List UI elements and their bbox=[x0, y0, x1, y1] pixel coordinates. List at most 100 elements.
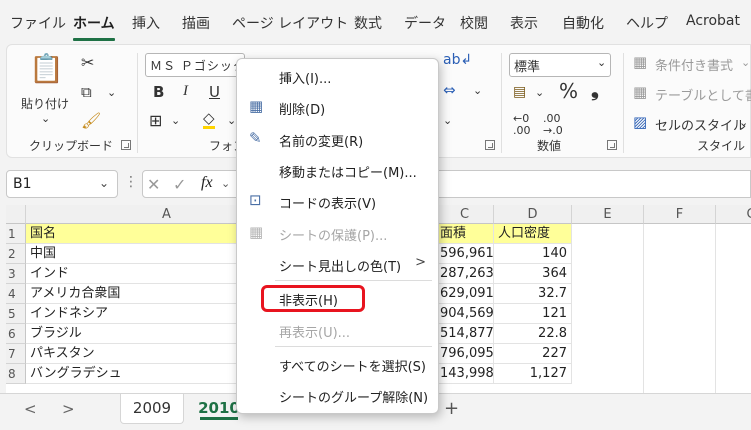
table-cell[interactable]: 32.7 bbox=[494, 284, 572, 304]
column-header-d[interactable]: D bbox=[494, 205, 572, 224]
copy-icon[interactable]: ⧉ bbox=[81, 85, 92, 100]
table-cell[interactable]: 143,998 bbox=[436, 364, 494, 384]
bold-button[interactable]: B bbox=[153, 83, 164, 101]
wrap-text-icon[interactable]: ab↲ bbox=[443, 53, 472, 67]
table-cell[interactable]: 22.8 bbox=[494, 324, 572, 344]
format-table-icon[interactable]: ▦ bbox=[633, 85, 647, 100]
fx-dropdown-icon[interactable]: ⌄ bbox=[221, 177, 230, 190]
percent-style-icon[interactable]: % bbox=[559, 81, 578, 101]
format-as-table-button[interactable]: テーブルとして書式 bbox=[655, 85, 751, 104]
comma-style-icon[interactable]: ❟ bbox=[591, 79, 599, 99]
format-painter-icon[interactable]: 🖌 bbox=[81, 113, 101, 129]
cancel-entry-icon[interactable]: ✕ bbox=[147, 175, 160, 194]
column-header-e[interactable]: E bbox=[572, 205, 644, 224]
column-header-g[interactable]: G bbox=[716, 205, 751, 224]
tab-home[interactable]: ホーム bbox=[73, 13, 115, 41]
row-header[interactable]: 8 bbox=[6, 364, 26, 384]
italic-button[interactable]: I bbox=[183, 83, 188, 100]
table-cell[interactable]: 364 bbox=[494, 264, 572, 284]
row-header[interactable]: 4 bbox=[6, 284, 26, 304]
row-header[interactable]: 6 bbox=[6, 324, 26, 344]
menu-item-move-copy[interactable]: 移動またはコピー(M)... bbox=[279, 162, 417, 181]
sheet-tab-2009[interactable]: 2009 bbox=[120, 394, 184, 424]
row-header[interactable]: 3 bbox=[6, 264, 26, 284]
column-header-c[interactable]: C bbox=[436, 205, 494, 224]
merge-dropdown-icon[interactable]: ⌄ bbox=[473, 85, 482, 96]
table-cell[interactable]: 121 bbox=[494, 304, 572, 324]
insert-function-button[interactable]: fx bbox=[201, 174, 213, 192]
table-cell[interactable]: 904,569 bbox=[436, 304, 494, 324]
row-header[interactable]: 5 bbox=[6, 304, 26, 324]
clipboard-launcher-icon[interactable] bbox=[121, 140, 131, 150]
decrease-decimal-icon[interactable]: .00 →.0 bbox=[543, 113, 563, 136]
paste-icon[interactable]: 📋 bbox=[29, 55, 64, 83]
borders-icon[interactable]: ⊞ bbox=[149, 113, 162, 129]
merge-center-icon[interactable]: ⇔ bbox=[443, 83, 456, 98]
copy-dropdown-icon[interactable]: ⌄ bbox=[107, 87, 116, 98]
fill-color-dropdown-icon[interactable]: ⌄ bbox=[227, 115, 236, 126]
cell-styles-dropdown-icon[interactable]: ⌄ bbox=[739, 117, 748, 128]
tab-view[interactable]: 表示 bbox=[510, 13, 538, 35]
tab-acrobat[interactable]: Acrobat bbox=[686, 13, 740, 35]
formula-input[interactable]: ✕ ✓ fx ⌄ bbox=[142, 170, 751, 198]
row-header[interactable]: 1 bbox=[6, 224, 26, 244]
confirm-entry-icon[interactable]: ✓ bbox=[173, 175, 186, 194]
row-header[interactable]: 7 bbox=[6, 344, 26, 364]
tab-draw[interactable]: 描画 bbox=[182, 13, 210, 35]
menu-item-view-code[interactable]: コードの表示(V) bbox=[279, 193, 376, 212]
cell-header-density[interactable]: 人口密度 bbox=[494, 224, 572, 244]
number-group-label: 数値 bbox=[537, 139, 562, 153]
tab-review[interactable]: 校閲 bbox=[460, 13, 488, 35]
tab-formulas[interactable]: 数式 bbox=[354, 13, 382, 35]
tab-automate[interactable]: 自動化 bbox=[562, 13, 604, 35]
prev-sheet-icon[interactable]: < bbox=[24, 400, 37, 418]
add-sheet-button[interactable]: + bbox=[444, 398, 459, 419]
menu-item-select-all-sheets[interactable]: すべてのシートを選択(S) bbox=[279, 356, 426, 375]
fill-color-icon[interactable]: ◇ bbox=[203, 111, 215, 129]
tab-help[interactable]: ヘルプ bbox=[626, 13, 668, 35]
conditional-format-button[interactable]: 条件付き書式 bbox=[655, 55, 733, 74]
table-cell[interactable]: 796,095 bbox=[436, 344, 494, 364]
increase-decimal-icon[interactable]: ←0.00 bbox=[513, 113, 531, 136]
table-cell[interactable]: 514,877 bbox=[436, 324, 494, 344]
table-cell[interactable]: 596,961 bbox=[436, 244, 494, 264]
cut-icon[interactable]: ✂ bbox=[81, 55, 94, 71]
tab-file[interactable]: ファイル bbox=[10, 13, 66, 35]
number-launcher-icon[interactable] bbox=[607, 140, 617, 150]
name-box[interactable]: B1 ⌄ bbox=[6, 170, 118, 198]
table-cell[interactable]: 140 bbox=[494, 244, 572, 264]
table-cell[interactable]: 1,127 bbox=[494, 364, 572, 384]
conditional-format-dropdown-icon[interactable]: ⌄ bbox=[741, 57, 750, 68]
paste-dropdown-icon[interactable]: ⌄ bbox=[41, 113, 50, 124]
name-box-chevron-icon[interactable]: ⌄ bbox=[99, 176, 109, 190]
accounting-format-icon[interactable]: ▤ bbox=[513, 85, 526, 99]
alignment-launcher-icon[interactable] bbox=[485, 140, 495, 150]
paste-button[interactable]: 貼り付け bbox=[21, 95, 69, 112]
empty-column-e[interactable] bbox=[572, 224, 644, 393]
column-header-f[interactable]: F bbox=[644, 205, 716, 224]
cell-header-area[interactable]: 面積 bbox=[436, 224, 494, 244]
menu-item-rename[interactable]: 名前の変更(R) bbox=[279, 131, 363, 150]
accounting-dropdown-icon[interactable]: ⌄ bbox=[535, 87, 544, 98]
table-cell[interactable]: 629,091 bbox=[436, 284, 494, 304]
cell-styles-icon[interactable]: ▨ bbox=[633, 115, 647, 130]
select-all-corner[interactable] bbox=[6, 205, 26, 224]
menu-item-insert[interactable]: 挿入(I)... bbox=[279, 68, 331, 87]
underline-icon[interactable]: U bbox=[209, 85, 220, 100]
menu-item-tab-color[interactable]: シート見出しの色(T) bbox=[279, 256, 401, 275]
row-header[interactable]: 2 bbox=[6, 244, 26, 264]
tab-insert[interactable]: 挿入 bbox=[132, 13, 160, 35]
sheet-context-menu: 挿入(I)... ▦ 削除(D) ✎ 名前の変更(R) 移動またはコピー(M).… bbox=[236, 58, 439, 414]
next-sheet-icon[interactable]: > bbox=[62, 400, 75, 418]
cell-styles-button[interactable]: セルのスタイル bbox=[655, 115, 746, 134]
menu-item-ungroup-sheets[interactable]: シートのグループ解除(N) bbox=[279, 387, 428, 406]
menu-item-delete[interactable]: 削除(D) bbox=[279, 99, 325, 118]
table-cell[interactable]: 227 bbox=[494, 344, 572, 364]
borders-dropdown-icon[interactable]: ⌄ bbox=[171, 115, 180, 126]
table-cell[interactable]: 287,263 bbox=[436, 264, 494, 284]
tab-data[interactable]: データ bbox=[404, 13, 446, 35]
tab-page-layout[interactable]: ページ レイアウト bbox=[232, 13, 348, 35]
empty-column-f[interactable] bbox=[644, 224, 716, 393]
conditional-format-icon[interactable]: ▦ bbox=[633, 55, 647, 70]
orientation-dropdown-icon[interactable]: ⌄ bbox=[443, 115, 452, 126]
